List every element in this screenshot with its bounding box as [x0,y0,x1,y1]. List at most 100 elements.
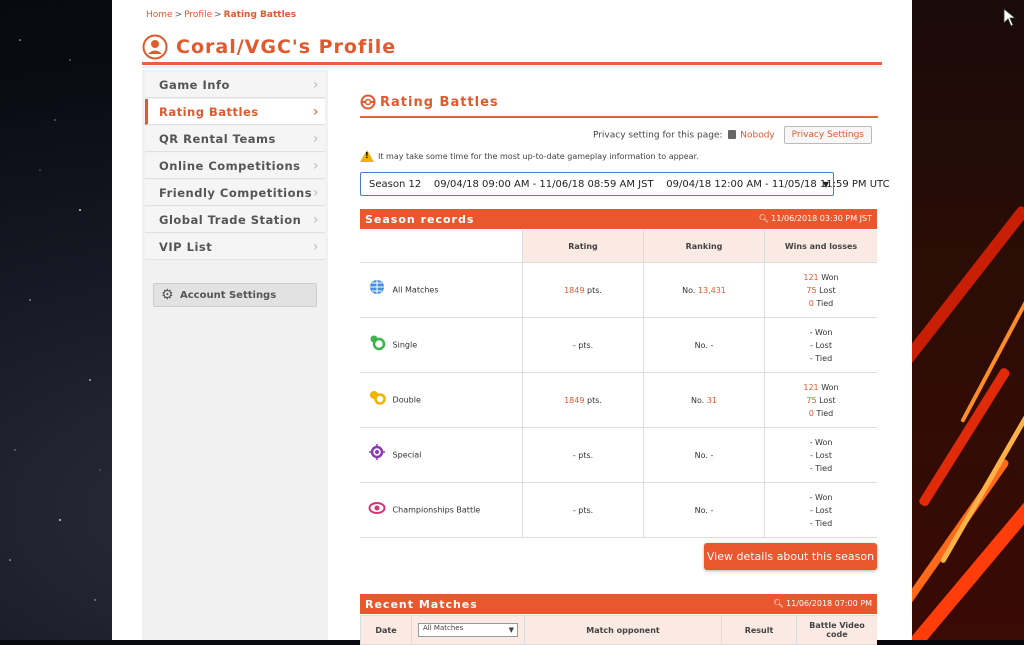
refresh-search-icon[interactable]: 🔍︎ [758,214,768,223]
season-select-value: Season 12 09/04/18 09:00 AM - 11/06/18 0… [369,178,890,190]
rating-value: - [572,450,576,460]
table-row: Championships Battle - pts. No. - - Won … [360,482,877,538]
chevron-right-icon: › [312,104,319,120]
season-select[interactable]: Season 12 09/04/18 09:00 AM - 11/06/18 0… [360,172,890,196]
sidebar-item-rating-battles[interactable]: Rating Battles › [145,99,325,125]
account-settings-button[interactable]: ⚙ Account Settings [153,283,317,307]
season-records-title: Season records [365,212,475,226]
won-count: 121 [803,382,819,392]
lost-count: 75 [806,285,817,295]
rank-prefix: No. [694,340,708,350]
rank-prefix: No. [690,395,705,405]
won-label: Won [815,492,833,502]
sidebar-item-qr-rental-teams[interactable]: QR Rental Teams › [145,126,325,152]
privacy-settings-button[interactable]: Privacy Settings [783,126,872,144]
season-records-header: Season records 🔍︎ 11/06/2018 03:30 PM JS… [360,209,877,229]
rating-unit: pts. [578,505,594,515]
breadcrumb-profile[interactable]: Profile [184,10,212,20]
table-row: Special - pts. No. - - Won - Lost - Tied [360,427,877,483]
main-page: Home > Profile > Rating Battles Coral/VGC's … [112,0,912,645]
table-header-ranking: Ranking [643,230,765,263]
wins-losses-cell: - Won - Lost - Tied [764,427,877,483]
ranking-cell: No. 31 [643,372,765,428]
category-label: All Matches [392,285,439,295]
section-title: Rating Battles [380,94,499,110]
rank-prefix: No. [694,505,708,515]
rank-value: - [710,505,714,515]
refresh-search-icon[interactable]: 🔍︎ [773,599,783,608]
table-header-date: Date [360,615,412,645]
table-header-blank [360,230,523,263]
sidebar-item-online-competitions[interactable]: Online Competitions › [145,153,325,179]
breadcrumb-current: Rating Battles [223,10,297,20]
category-label: Single [392,340,418,350]
tied-count: - [809,463,813,473]
rating-cell: - pts. [522,427,644,483]
tied-label: Tied [815,518,833,528]
tied-label: Tied [816,298,834,308]
lost-label: Lost [815,450,832,460]
privacy-label: Privacy setting for this page: [592,130,723,141]
lost-count: 75 [806,395,817,405]
sidebar-item-vip-list[interactable]: VIP List › [145,234,325,260]
table-row: All Matches 1849 pts. No. 13,431 121 Won… [360,262,877,318]
lost-label: Lost [819,395,836,405]
title-divider-shadow [142,66,882,68]
table-header-rating: Rating [522,230,644,263]
chevron-right-icon: › [312,77,319,93]
category-label: Championships Battle [392,505,481,515]
chevron-right-icon: › [312,185,319,201]
profile-icon [142,34,168,60]
won-count: - [809,492,813,502]
section-header: Rating Battles [360,90,878,114]
sidebar-item-friendly-competitions[interactable]: Friendly Competitions › [145,180,325,206]
sidebar-item-global-trade-station[interactable]: Global Trade Station › [145,207,325,233]
lost-label: Lost [815,340,832,350]
won-label: Won [821,272,839,282]
category-cell: Championships Battle [360,482,523,538]
chevron-right-icon: › [312,158,319,174]
chevron-right-icon: › [312,131,319,147]
account-settings-label: Account Settings [180,289,277,301]
view-season-details-button[interactable]: View details about this season [704,543,877,570]
rating-cell: 1849 pts. [522,262,644,318]
category-cell: Single [360,317,523,373]
rank-value: 13,431 [697,285,726,295]
privacy-row: Privacy setting for this page: Nobody Pr… [360,126,872,144]
single-battle-icon [370,335,386,351]
sidebar-item-game-info[interactable]: Game Info › [145,72,325,98]
rating-cell: - pts. [522,317,644,373]
won-count: - [809,437,813,447]
chevron-right-icon: › [312,212,319,228]
sidebar-item-label: Game Info [159,77,230,92]
rating-unit: pts. [586,285,602,295]
category-cell: All Matches [360,262,523,318]
rating-unit: pts. [586,395,602,405]
pokeball-icon [360,94,376,110]
main-content: Rating Battles Privacy setting for this … [360,90,890,645]
tied-count: 0 [808,298,814,308]
wins-losses-cell: - Won - Lost - Tied [764,482,877,538]
category-label: Special [392,450,422,460]
breadcrumb-home[interactable]: Home [146,10,173,20]
recent-matches-table: Date All Matches ▼ Match opponent Result … [360,615,877,645]
wins-losses-cell: 121 Won 75 Lost 0 Tied [764,372,877,428]
table-header-result: Result [721,615,797,645]
timestamp-text: 11/06/2018 03:30 PM JST [771,214,872,223]
sidebar: Game Info › Rating Battles › QR Rental T… [142,70,328,640]
update-notice: ! It may take some time for the most up-… [360,150,699,162]
category-cell: Special [360,427,523,483]
match-filter-select[interactable]: All Matches ▼ [418,623,518,637]
tied-count: - [809,353,813,363]
chevron-right-icon: › [312,239,319,255]
lost-label: Lost [815,505,832,515]
lost-label: Lost [819,285,836,295]
recent-matches-header: Recent Matches 🔍︎ 11/06/2018 07:00 PM [360,594,877,614]
table-header-video-code: Battle Video code [796,615,877,645]
timestamp-text: 11/06/2018 07:00 PM [786,599,872,608]
table-header-opponent: Match opponent [524,615,722,645]
sidebar-item-label: QR Rental Teams [159,131,276,146]
table-header-wins-losses: Wins and losses [764,230,877,263]
tied-count: 0 [808,408,814,418]
page-header: Coral/VGC's Profile [142,32,396,62]
